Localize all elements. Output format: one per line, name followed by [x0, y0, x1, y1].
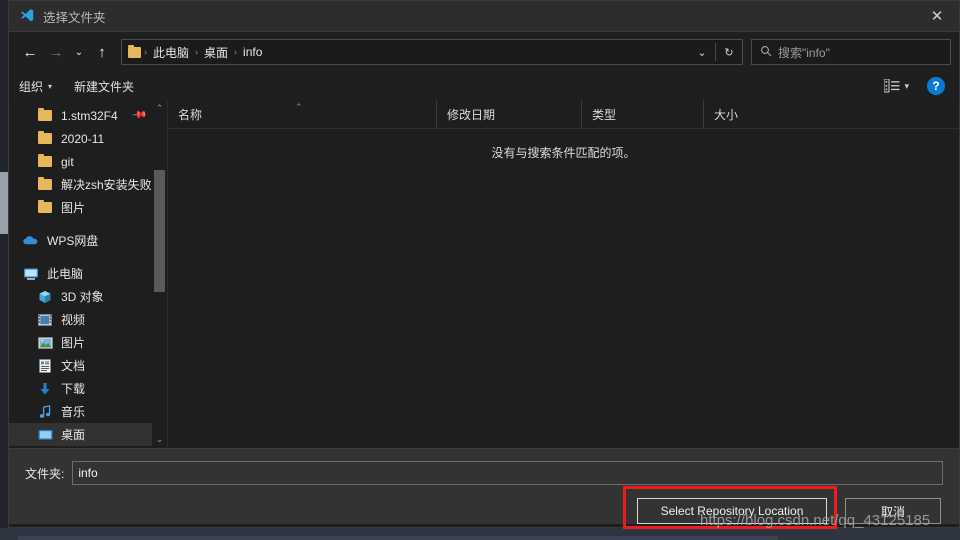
- organize-button[interactable]: 组织 ▾: [19, 78, 52, 95]
- navigation-sidebar: 1.stm32F4 📌 2020-11 git 解决zsh安装失败 图片 WPS…: [9, 100, 168, 448]
- folder-icon: [37, 130, 53, 147]
- scrollbar-thumb[interactable]: [154, 170, 165, 292]
- breadcrumb-item-1[interactable]: 桌面: [199, 44, 233, 61]
- scroll-down-icon[interactable]: ⌄: [152, 431, 167, 448]
- scroll-up-icon[interactable]: ⌃: [152, 100, 167, 117]
- video-icon: [37, 312, 53, 328]
- chevron-down-icon[interactable]: ▾: [904, 81, 909, 92]
- sidebar-item-videos[interactable]: 视频: [9, 308, 167, 331]
- sidebar-item-2020-11[interactable]: 2020-11: [9, 127, 167, 150]
- dialog-title: 选择文件夹: [43, 10, 106, 25]
- sidebar-item-music[interactable]: 音乐: [9, 400, 167, 423]
- folder-name-row: 文件夹: info: [9, 461, 959, 485]
- download-icon: [37, 381, 53, 397]
- folder-icon: [37, 176, 53, 193]
- sidebar-item-git[interactable]: git: [9, 150, 167, 173]
- forward-button[interactable]: →: [43, 39, 69, 65]
- sidebar-item-label: 3D 对象: [61, 290, 104, 304]
- close-icon[interactable]: ✕: [915, 1, 959, 31]
- chevron-down-icon[interactable]: ⌄: [689, 40, 715, 64]
- breadcrumb-item-2[interactable]: info: [238, 45, 267, 59]
- sidebar-item-label: 视频: [61, 313, 86, 327]
- sidebar-item-stm32f4[interactable]: 1.stm32F4 📌: [9, 104, 167, 127]
- sort-ascending-icon: ⌃: [295, 102, 303, 112]
- desktop-icon: [37, 427, 53, 443]
- sidebar-item-zsh[interactable]: 解决zsh安装失败: [9, 173, 167, 196]
- folder-icon: [128, 44, 141, 58]
- sidebar-item-label: WPS网盘: [47, 234, 99, 248]
- monitor-icon: [23, 266, 39, 282]
- folder-name-input[interactable]: info: [72, 461, 943, 485]
- document-icon: [37, 358, 53, 374]
- dialog-title-bar: 选择文件夹 ✕: [9, 1, 959, 32]
- column-header-type[interactable]: 类型: [581, 100, 703, 128]
- sidebar-item-pictures-quick[interactable]: 图片: [9, 196, 167, 219]
- column-header-row: 名称 修改日期 类型 大小 ⌃: [168, 100, 959, 129]
- file-list-pane[interactable]: 名称 修改日期 类型 大小 ⌃ 没有与搜索条件匹配的项。: [168, 100, 959, 448]
- folder-icon: [37, 199, 53, 216]
- pin-icon[interactable]: 📌: [130, 107, 147, 123]
- command-toolbar: 组织 ▾ 新建文件夹 ▾ ?: [9, 72, 959, 100]
- back-button[interactable]: ←: [17, 39, 43, 65]
- sidebar-item-label: 2020-11: [61, 131, 105, 146]
- refresh-icon[interactable]: ↻: [716, 40, 742, 64]
- column-header-date[interactable]: 修改日期: [436, 100, 581, 128]
- up-button[interactable]: ↑: [89, 39, 115, 65]
- dialog-body: 1.stm32F4 📌 2020-11 git 解决zsh安装失败 图片 WPS…: [9, 100, 959, 448]
- sidebar-item-label: 解决zsh安装失败: [61, 178, 152, 192]
- sidebar-item-documents[interactable]: 文档: [9, 354, 167, 377]
- search-input[interactable]: 搜索"info": [751, 39, 951, 65]
- sidebar-item-label: 文档: [61, 359, 86, 373]
- folder-icon: [37, 107, 53, 124]
- sidebar-item-label: 图片: [61, 201, 86, 215]
- folder-name-label: 文件夹:: [25, 466, 65, 481]
- select-folder-dialog: 选择文件夹 ✕ ← → ⌄ ↑ › 此电脑 › 桌面 › info ⌄ ↻ 搜索…: [8, 0, 960, 528]
- music-icon: [37, 404, 53, 420]
- organize-label: 组织: [19, 79, 44, 94]
- sidebar-item-this-pc[interactable]: 此电脑: [9, 262, 167, 285]
- cloud-icon: [23, 233, 39, 249]
- new-folder-button[interactable]: 新建文件夹: [74, 78, 134, 95]
- vscode-status-bar-accent: [18, 536, 778, 540]
- sidebar-item-wps-cloud[interactable]: WPS网盘: [9, 229, 167, 252]
- recent-locations-button[interactable]: ⌄: [69, 39, 89, 65]
- help-button[interactable]: ?: [927, 77, 945, 95]
- sidebar-item-label: 此电脑: [47, 267, 84, 281]
- breadcrumb-item-0[interactable]: 此电脑: [148, 44, 194, 61]
- cube-icon: [37, 289, 53, 305]
- sidebar-item-downloads[interactable]: 下载: [9, 377, 167, 400]
- sidebar-item-label: 桌面: [61, 428, 86, 442]
- picture-icon: [37, 335, 53, 351]
- sidebar-item-label: git: [61, 154, 74, 169]
- folder-tree: 1.stm32F4 📌 2020-11 git 解决zsh安装失败 图片 WPS…: [9, 100, 167, 446]
- navigation-bar: ← → ⌄ ↑ › 此电脑 › 桌面 › info ⌄ ↻ 搜索"info": [9, 32, 959, 72]
- column-header-size[interactable]: 大小: [703, 100, 783, 128]
- sidebar-item-label: 图片: [61, 336, 86, 350]
- sidebar-item-3d-objects[interactable]: 3D 对象: [9, 285, 167, 308]
- sidebar-scrollbar[interactable]: ⌃ ⌄: [152, 100, 167, 448]
- view-layout-icon[interactable]: [884, 79, 900, 93]
- breadcrumb[interactable]: › 此电脑 › 桌面 › info: [122, 44, 689, 61]
- sidebar-item-desktop[interactable]: 桌面: [9, 423, 167, 446]
- empty-state-message: 没有与搜索条件匹配的项。: [491, 146, 636, 160]
- watermark-text: https://blog.csdn.net/qq_43125185: [700, 512, 931, 529]
- sidebar-item-pictures[interactable]: 图片: [9, 331, 167, 354]
- sidebar-item-label: 下载: [61, 382, 86, 396]
- address-bar[interactable]: › 此电脑 › 桌面 › info ⌄ ↻: [121, 39, 743, 65]
- search-placeholder: 搜索"info": [778, 45, 830, 60]
- folder-icon: [37, 153, 53, 170]
- chevron-down-icon: ▾: [48, 81, 53, 91]
- sidebar-item-label: 1.stm32F4: [61, 108, 118, 123]
- search-icon: [760, 45, 772, 60]
- sidebar-item-label: 音乐: [61, 405, 86, 419]
- vscode-icon: [19, 8, 35, 24]
